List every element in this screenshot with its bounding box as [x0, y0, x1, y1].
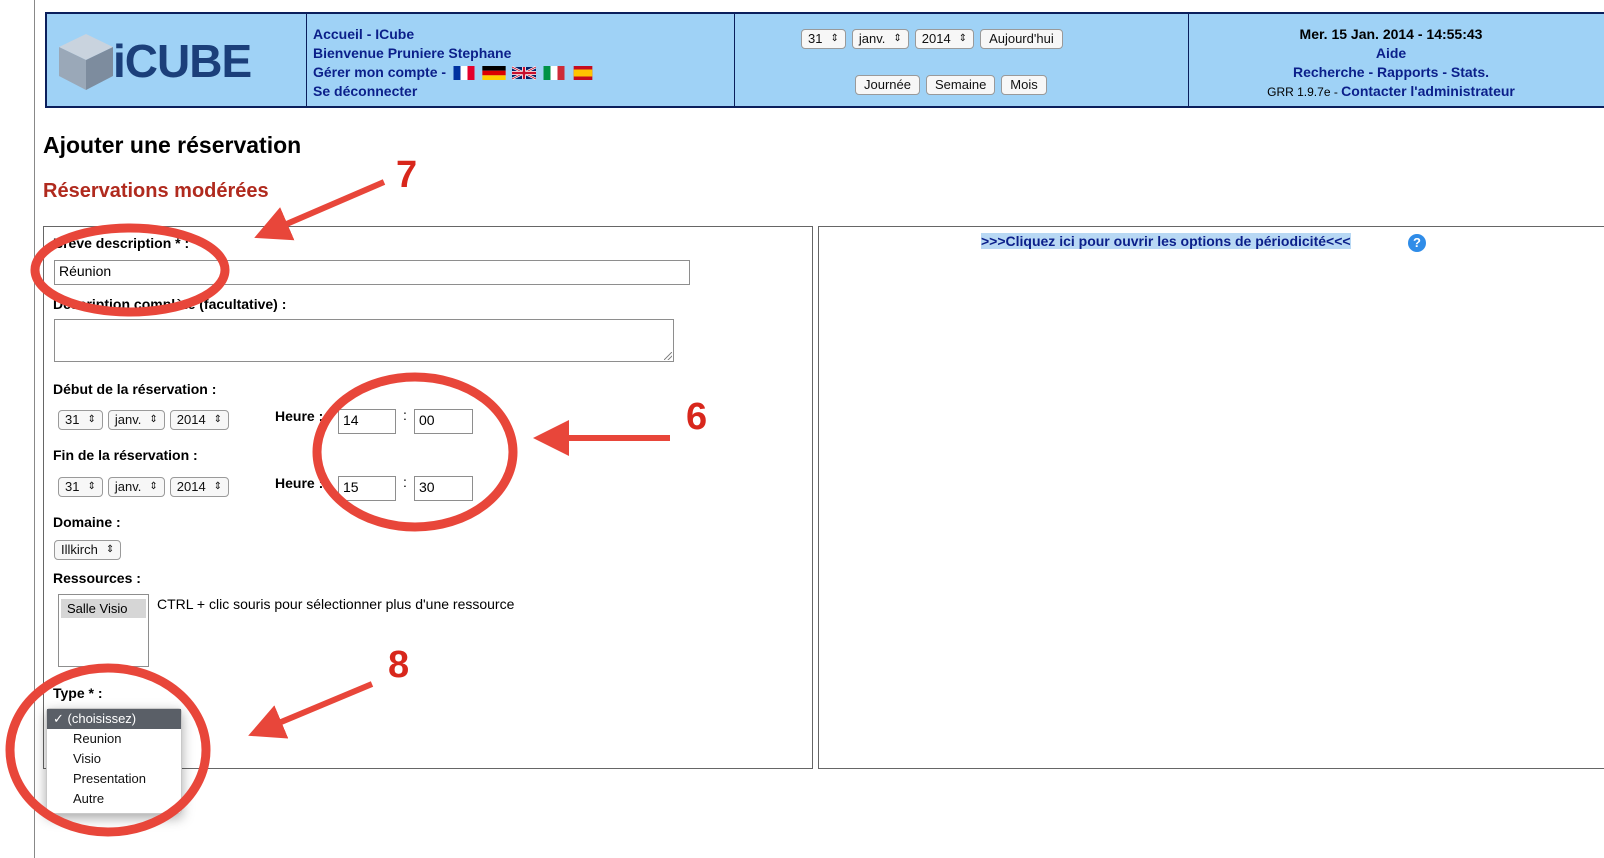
start-time-separator: : — [403, 407, 407, 423]
tools-links[interactable]: Recherche - Rapports - Stats. — [1191, 63, 1591, 82]
short-desc-label: Brève description * : — [53, 235, 190, 251]
select-arrows-icon: ⇕ — [213, 414, 223, 425]
info-cell: Mer. 15 Jan. 2014 - 14:55:43 Aide Recher… — [1191, 14, 1591, 106]
type-dropdown-menu[interactable]: ✓ (choisissez) Reunion Visio Presentatio… — [46, 708, 182, 814]
start-minute-input[interactable]: 00 — [414, 409, 473, 434]
type-option[interactable]: ✓ (choisissez) — [47, 709, 181, 729]
question-circle-icon[interactable]: ? — [1408, 234, 1426, 252]
current-datetime: Mer. 15 Jan. 2014 - 14:55:43 — [1299, 26, 1483, 42]
flag-es-icon[interactable] — [571, 66, 595, 81]
annotation-number-8: 8 — [388, 644, 410, 686]
nav-day-select[interactable]: 31 ⇕ — [801, 29, 846, 49]
flag-uk-icon[interactable] — [511, 66, 536, 81]
date-nav-cell: 31 ⇕ janv. ⇕ 2014 ⇕ Aujourd'hui Journée Sem… — [737, 14, 1189, 106]
end-minute-input[interactable]: 30 — [414, 476, 473, 501]
nav-year-select[interactable]: 2014 ⇕ — [914, 29, 975, 49]
select-arrows-icon: ⇕ — [830, 33, 839, 44]
manage-account-link[interactable]: Gérer mon compte - — [313, 64, 446, 80]
user-links-cell: Accueil - ICube Bienvenue Pruniere Steph… — [309, 14, 735, 106]
welcome-text: Bienvenue Pruniere Stephane — [313, 45, 512, 61]
logo-text: iCUBE — [113, 35, 252, 87]
month-view-button[interactable]: Mois — [1001, 75, 1047, 95]
start-month-select[interactable]: janv. ⇕ — [107, 410, 165, 430]
page-title: Ajouter une réservation — [43, 132, 302, 158]
cube-icon — [59, 34, 113, 90]
version-row: GRR 1.9.7e - Contacter l'administrateur — [1191, 82, 1591, 102]
end-hour-input[interactable]: 15 — [338, 476, 396, 501]
logout-link[interactable]: Se déconnecter — [313, 82, 734, 101]
domain-label: Domaine : — [53, 514, 121, 530]
select-arrows-icon: ⇕ — [87, 481, 96, 492]
domain-row: Illkirch ⇕ — [54, 540, 122, 560]
end-date-selects: 31 ⇕ janv. ⇕ 2014 ⇕ — [58, 477, 230, 497]
resource-option[interactable]: Salle Visio — [61, 599, 146, 618]
start-date-selects: 31 ⇕ janv. ⇕ 2014 ⇕ — [58, 410, 230, 430]
contact-admin-link[interactable]: Contacter l'administrateur — [1341, 83, 1515, 99]
resize-grip-icon[interactable] — [664, 352, 672, 360]
full-desc-label: Description complète (facultative) : — [53, 296, 287, 312]
select-arrows-icon: ⇕ — [87, 414, 96, 425]
full-desc-textarea[interactable] — [54, 319, 674, 362]
start-hour-input[interactable]: 14 — [338, 409, 396, 434]
select-arrows-icon: ⇕ — [893, 33, 902, 44]
page-subtitle: Réservations modérées — [43, 180, 269, 202]
type-label: Type * : — [53, 685, 103, 701]
header-bar: iCUBE Accueil - ICube Bienvenue Pruniere… — [45, 12, 1604, 108]
type-option[interactable]: Visio — [47, 749, 181, 769]
today-button[interactable]: Aujourd'hui — [980, 29, 1063, 49]
home-link[interactable]: Accueil - ICube — [313, 25, 734, 44]
annotation-number-6: 6 — [686, 396, 708, 438]
logo-cell: iCUBE — [47, 14, 307, 106]
resources-listbox[interactable]: Salle Visio — [58, 594, 149, 667]
week-view-button[interactable]: Semaine — [925, 75, 996, 95]
end-month-select[interactable]: janv. ⇕ — [107, 477, 165, 497]
start-year-select[interactable]: 2014 ⇕ — [169, 410, 230, 430]
type-option[interactable]: Autre — [47, 789, 181, 809]
end-year-select[interactable]: 2014 ⇕ — [169, 477, 230, 497]
nav-month-select[interactable]: janv. ⇕ — [851, 29, 909, 49]
icube-logo[interactable]: iCUBE — [55, 26, 252, 92]
annotation-number-7: 7 — [396, 154, 418, 196]
end-hour-label: Heure : — [275, 475, 324, 491]
select-arrows-icon: ⇕ — [105, 544, 115, 555]
start-day-select[interactable]: 31 ⇕ — [58, 410, 103, 430]
annotation-arrow-7 — [254, 179, 386, 241]
type-option[interactable]: Reunion — [47, 729, 181, 749]
short-desc-input[interactable]: Réunion — [54, 260, 690, 285]
version-text: GRR 1.9.7e - — [1267, 85, 1338, 99]
start-hour-label: Heure : — [275, 408, 324, 424]
end-day-select[interactable]: 31 ⇕ — [58, 477, 103, 497]
flag-it-icon[interactable] — [542, 66, 566, 81]
periodicity-panel — [818, 226, 1604, 769]
periodicity-link[interactable]: >>>Cliquez ici pour ouvrir les options d… — [981, 233, 1351, 249]
page-left-border — [34, 0, 35, 858]
select-arrows-icon: ⇕ — [958, 33, 968, 44]
day-view-button[interactable]: Journée — [855, 75, 920, 95]
domain-select[interactable]: Illkirch ⇕ — [54, 540, 122, 560]
flag-fr-icon[interactable] — [452, 66, 476, 81]
start-label: Début de la réservation : — [53, 381, 217, 397]
manage-account-row: Gérer mon compte - — [313, 63, 734, 82]
flag-de-icon[interactable] — [482, 66, 506, 81]
type-option[interactable]: Presentation — [47, 769, 181, 789]
help-link[interactable]: Aide — [1191, 44, 1591, 63]
end-time-separator: : — [403, 474, 407, 490]
select-arrows-icon: ⇕ — [149, 414, 158, 425]
select-arrows-icon: ⇕ — [149, 481, 158, 492]
resources-label: Ressources : — [53, 570, 141, 586]
select-arrows-icon: ⇕ — [213, 481, 223, 492]
resources-hint: CTRL + clic souris pour sélectionner plu… — [157, 596, 515, 612]
end-label: Fin de la réservation : — [53, 447, 198, 463]
